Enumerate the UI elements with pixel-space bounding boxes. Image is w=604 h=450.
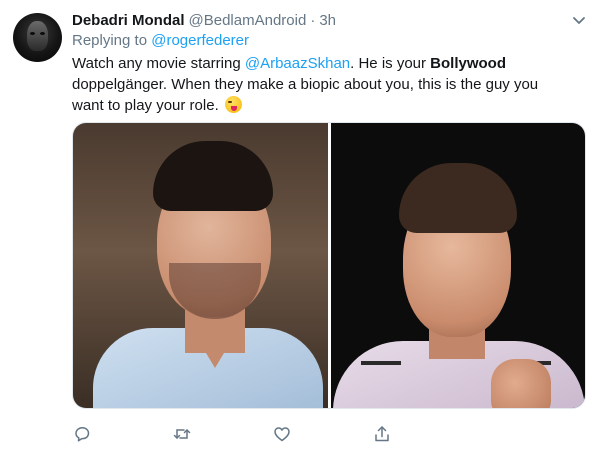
tweet-text-line-2: doppelgänger. When they make a biopic ab… bbox=[72, 76, 539, 93]
timestamp[interactable]: 3h bbox=[319, 12, 336, 29]
separator-dot: · bbox=[310, 11, 316, 29]
heart-icon[interactable] bbox=[272, 424, 292, 444]
winking-tongue-emoji bbox=[224, 96, 242, 113]
tweet[interactable]: Debadri Mondal @BedlamAndroid · 3h Reply… bbox=[0, 0, 604, 450]
tweet-text-bold: Bollywood bbox=[430, 55, 506, 72]
tweet-text-segment: . He is your bbox=[350, 55, 431, 72]
tweet-text-segment: want to play your role. bbox=[72, 97, 223, 114]
avatar[interactable] bbox=[13, 13, 62, 62]
tweet-text-segment: Watch any movie starring bbox=[72, 55, 245, 72]
share-icon[interactable] bbox=[372, 424, 392, 444]
replying-to: Replying to @rogerfederer bbox=[72, 32, 249, 49]
tweet-actions bbox=[72, 424, 472, 444]
tweet-text: Watch any movie starring @ArbaazSkhan. H… bbox=[72, 53, 587, 116]
chevron-down-icon[interactable] bbox=[571, 12, 587, 28]
display-name[interactable]: Debadri Mondal bbox=[72, 12, 185, 29]
replying-to-label: Replying to bbox=[72, 32, 148, 49]
mention-link[interactable]: @ArbaazSkhan bbox=[245, 55, 350, 72]
media-photo-right[interactable] bbox=[330, 123, 585, 408]
tweet-media[interactable] bbox=[72, 122, 586, 409]
media-photo-left[interactable] bbox=[73, 123, 328, 408]
retweet-icon[interactable] bbox=[172, 424, 192, 444]
user-handle[interactable]: @BedlamAndroid bbox=[189, 12, 307, 29]
tweet-text-line-3: want to play your role. bbox=[72, 95, 587, 116]
reply-icon[interactable] bbox=[72, 424, 92, 444]
reply-mention-link[interactable]: @rogerfederer bbox=[151, 32, 249, 49]
tweet-text-line-1: Watch any movie starring @ArbaazSkhan. H… bbox=[72, 53, 587, 74]
tweet-header: Debadri Mondal @BedlamAndroid · 3h bbox=[72, 10, 336, 30]
